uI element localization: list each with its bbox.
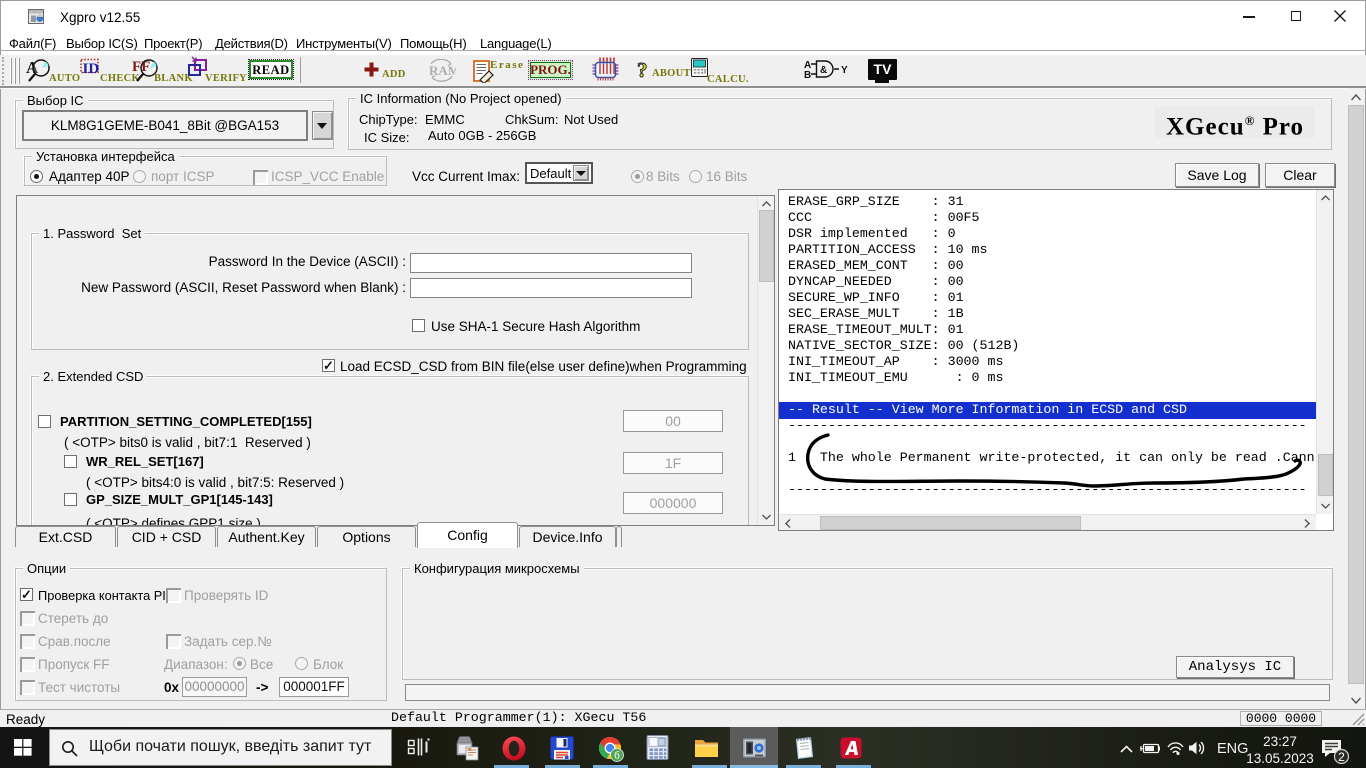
svg-text:б: б — [614, 750, 620, 762]
svg-text:B: B — [804, 70, 811, 79]
svg-text:ID: ID — [83, 61, 100, 77]
svg-text:Y: Y — [841, 65, 848, 76]
svg-text:RAM: RAM — [429, 63, 456, 78]
svg-text:&: & — [820, 65, 827, 76]
svg-text:2: 2 — [1338, 750, 1345, 764]
svg-text:?: ? — [637, 60, 648, 82]
